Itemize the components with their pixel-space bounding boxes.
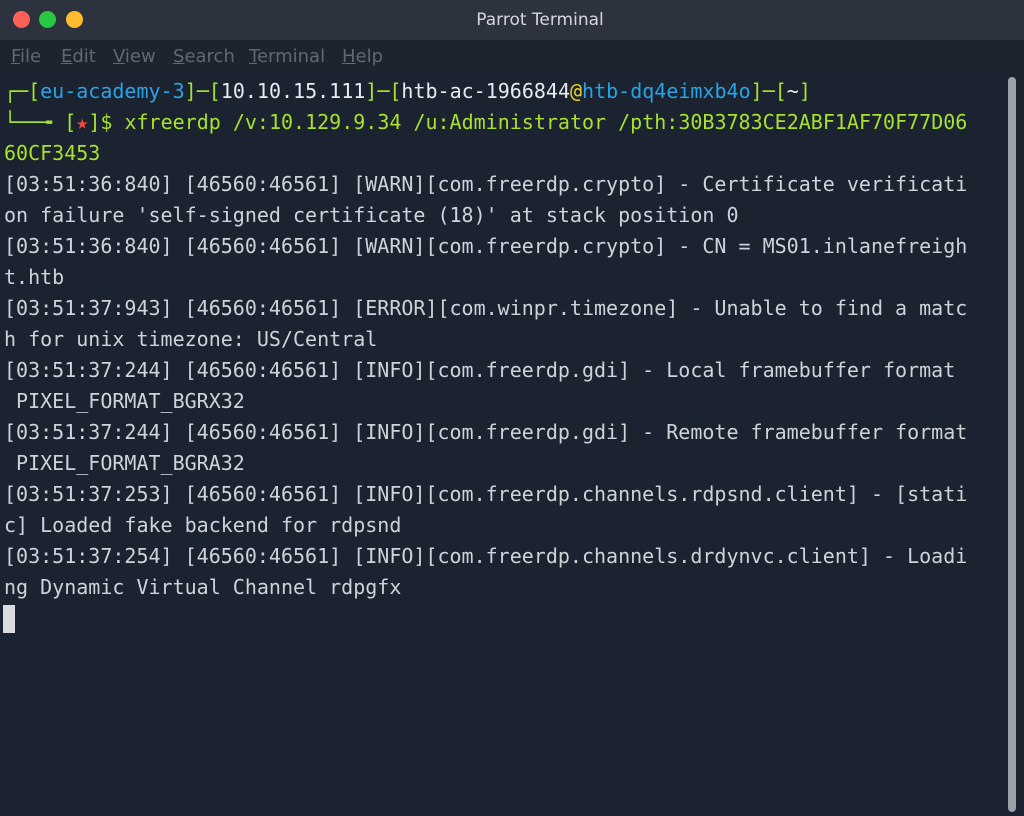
menu-terminal[interactable]: Terminal (249, 40, 325, 73)
output-line: PIXEL_FORMAT_BGRA32 (4, 451, 245, 475)
scrollbar[interactable] (1008, 77, 1016, 812)
prompt-dollar: $ (100, 110, 125, 134)
prompt-user: htb-ac-1966844 (401, 79, 570, 103)
output-line: [03:51:37:253] [46560:46561] [INFO][com.… (4, 482, 968, 506)
output-line: ng Dynamic Virtual Channel rdpgfx (4, 575, 402, 599)
prompt-bracket: [ (774, 79, 787, 103)
menu-edit[interactable]: Edit (61, 40, 96, 73)
output-line: [03:51:37:244] [46560:46561] [INFO][com.… (4, 420, 968, 444)
window-title: Parrot Terminal (476, 10, 604, 30)
prompt-bracket: [ (28, 79, 41, 103)
prompt-corner-top: ┌─ (4, 79, 29, 103)
prompt-bracket: ] (184, 79, 197, 103)
output-line: PIXEL_FORMAT_BGRX32 (4, 389, 245, 413)
menu-edit-mnemonic: E (61, 46, 73, 67)
prompt-bracket: ] (750, 79, 763, 103)
prompt-corner-bottom: └──╼ (4, 110, 65, 134)
output-line: [03:51:37:943] [46560:46561] [ERROR][com… (4, 296, 968, 320)
command-text: xfreerdp /v:10.129.9.34 /u:Administrator… (124, 110, 968, 134)
menu-view-mnemonic: V (113, 46, 125, 67)
prompt-bracket: ] (88, 110, 101, 134)
prompt-host-tag: eu-academy-3 (40, 79, 185, 103)
menu-view-label: iew (124, 46, 156, 67)
prompt-dash: ─ (196, 79, 209, 103)
output-line: t.htb (4, 265, 65, 289)
prompt-dash: ─ (762, 79, 775, 103)
prompt-bracket: [ (389, 79, 402, 103)
menu-search-label: earch (184, 46, 235, 67)
output-line: on failure 'self-signed certificate (18)… (4, 203, 739, 227)
terminal-window: Parrot Terminal File Edit View Search Te… (0, 0, 1024, 816)
menu-file[interactable]: File (11, 40, 41, 73)
prompt-bracket: [ (64, 110, 77, 134)
menu-help-mnemonic: H (342, 46, 356, 67)
output-line: [03:51:36:840] [46560:46561] [WARN][com.… (4, 172, 968, 196)
prompt-at: @ (570, 79, 583, 103)
menu-help-label: elp (355, 46, 384, 67)
menu-file-mnemonic: F (11, 46, 21, 67)
output-line: [03:51:37:254] [46560:46561] [INFO][com.… (4, 544, 968, 568)
prompt-line-1: ┌─[eu-academy-3]─[10.10.15.111]─[htb-ac-… (4, 76, 811, 107)
output-line: [03:51:37:244] [46560:46561] [INFO][com.… (4, 358, 956, 382)
terminal-output-area[interactable]: ┌─[eu-academy-3]─[10.10.15.111]─[htb-ac-… (0, 73, 1024, 816)
menu-bar: File Edit View Search Terminal Help (0, 40, 1024, 73)
prompt-dash: ─ (377, 79, 390, 103)
title-bar[interactable]: Parrot Terminal (0, 0, 1024, 40)
prompt-bracket: [ (208, 79, 221, 103)
prompt-bracket: ] (365, 79, 378, 103)
prompt-cwd: ~ (786, 79, 799, 103)
prompt-line-2: └──╼ [★]$ xfreerdp /v:10.129.9.34 /u:Adm… (4, 107, 967, 138)
menu-terminal-label: erminal (256, 46, 326, 67)
prompt-host: htb-dq4eimxb4o (582, 79, 751, 103)
menu-help[interactable]: Help (342, 40, 383, 73)
prompt-ip: 10.10.15.111 (220, 79, 366, 103)
menu-search[interactable]: Search (173, 40, 235, 73)
menu-search-mnemonic: S (173, 46, 185, 67)
menu-terminal-mnemonic: T (249, 46, 257, 67)
output-line: c] Loaded fake backend for rdpsnd (4, 513, 402, 537)
command-text-wrap: 60CF3453 (4, 141, 101, 165)
menu-view[interactable]: View (113, 40, 156, 73)
menu-file-label: ile (20, 46, 42, 67)
prompt-bracket: ] (798, 79, 811, 103)
output-line: h for unix timezone: US/Central (4, 327, 378, 351)
output-line: [03:51:36:840] [46560:46561] [WARN][com.… (4, 234, 968, 258)
menu-edit-label: dit (72, 46, 96, 67)
star-icon: ★ (76, 110, 89, 134)
text-cursor (3, 605, 15, 633)
